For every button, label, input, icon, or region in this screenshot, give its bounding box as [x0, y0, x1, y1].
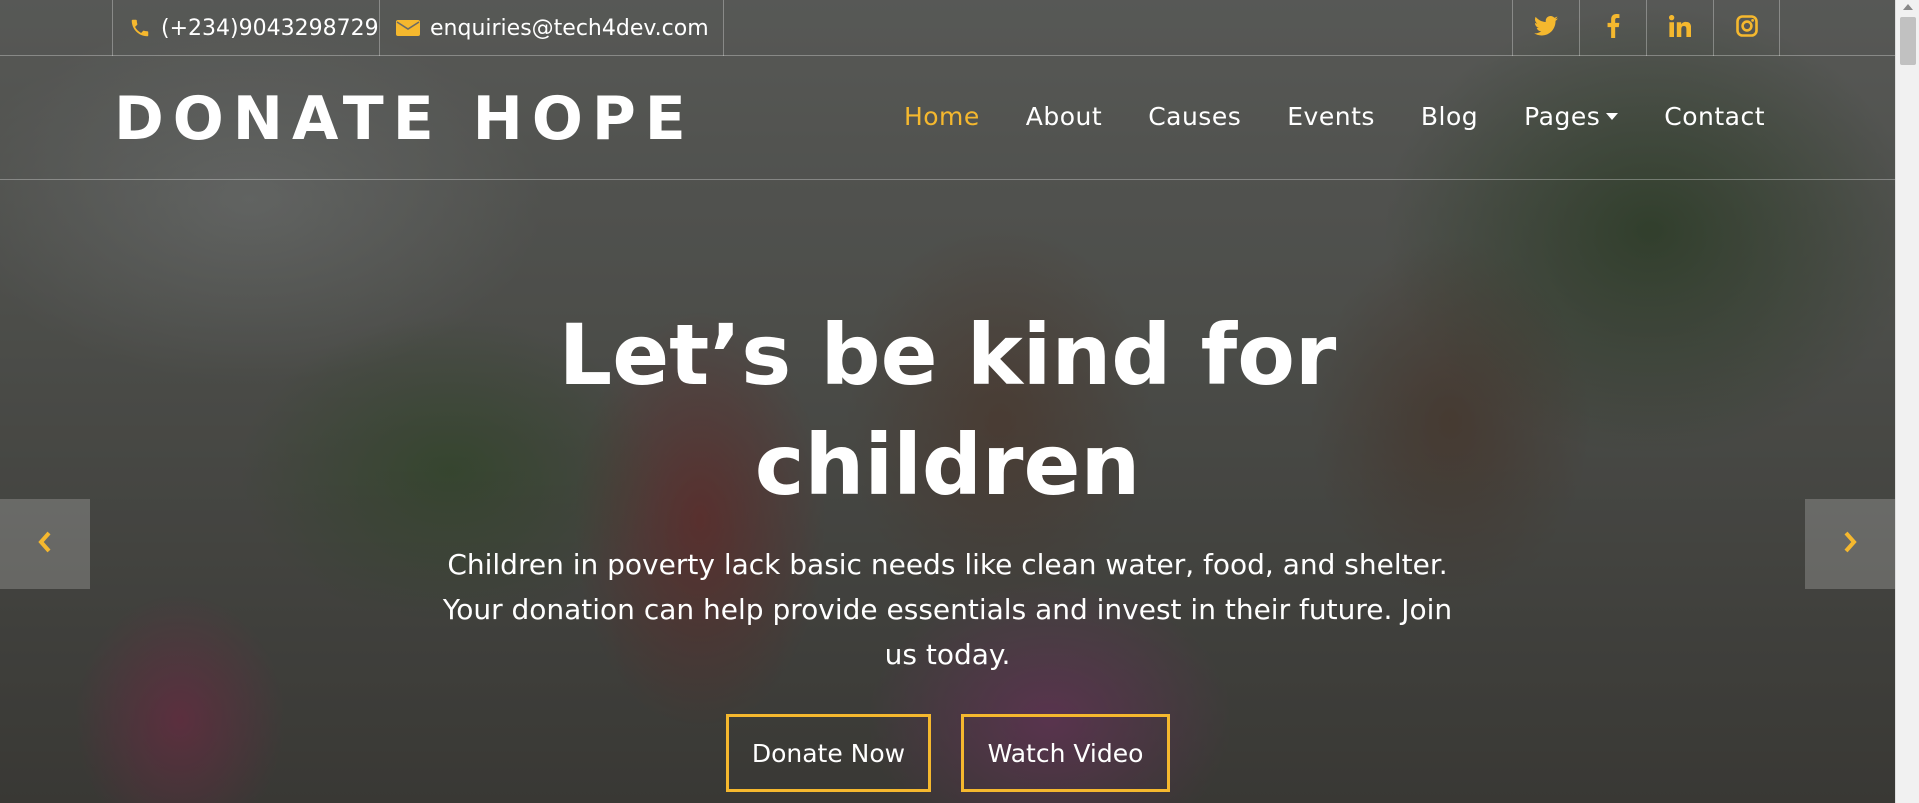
linkedin-icon: [1669, 15, 1692, 41]
nav-item-about[interactable]: About: [1026, 102, 1102, 131]
hero-title: Let’s be kind for children: [0, 300, 1895, 520]
nav-item-pages-label: Pages: [1524, 102, 1601, 131]
envelope-icon: [396, 18, 420, 38]
nav-menu: Home About Causes Events Blog Pages Cont…: [904, 102, 1765, 131]
main-navbar: DONATE HOPE Home About Causes Events Blo…: [0, 56, 1895, 180]
chevron-left-icon: [37, 531, 53, 557]
social-links: [1512, 0, 1780, 56]
chevron-right-icon: [1842, 531, 1858, 557]
hero-title-line1: Let’s be kind for: [558, 306, 1337, 404]
nav-item-events[interactable]: Events: [1287, 102, 1375, 131]
email-address: enquiries@tech4dev.com: [430, 15, 709, 41]
watch-video-button[interactable]: Watch Video: [961, 714, 1170, 792]
instagram-link[interactable]: [1713, 0, 1780, 56]
caret-down-icon: [1606, 113, 1619, 120]
brand-logo[interactable]: DONATE HOPE: [114, 84, 695, 154]
nav-item-blog[interactable]: Blog: [1421, 102, 1478, 131]
nav-item-causes[interactable]: Causes: [1148, 102, 1241, 131]
page-scrollbar[interactable]: [1895, 0, 1919, 803]
donate-now-button[interactable]: Donate Now: [726, 714, 931, 792]
nav-item-home[interactable]: Home: [904, 102, 980, 131]
nav-item-contact[interactable]: Contact: [1664, 102, 1765, 131]
scroll-up-icon[interactable]: [1903, 4, 1913, 10]
facebook-link[interactable]: [1579, 0, 1646, 56]
email-contact[interactable]: enquiries@tech4dev.com: [379, 0, 724, 56]
scrollbar-thumb[interactable]: [1900, 17, 1916, 65]
hero-title-line2: children: [754, 416, 1141, 514]
instagram-icon: [1735, 15, 1758, 41]
top-contact-bar: (+234)9043298729 enquiries@tech4dev.com: [0, 0, 1895, 56]
facebook-icon: [1606, 14, 1620, 42]
hero-description: Children in poverty lack basic needs lik…: [442, 548, 1453, 671]
twitter-link[interactable]: [1512, 0, 1579, 56]
phone-icon: [129, 17, 151, 39]
twitter-icon: [1534, 16, 1558, 40]
phone-contact[interactable]: (+234)9043298729: [112, 0, 379, 56]
linkedin-link[interactable]: [1646, 0, 1713, 56]
nav-item-pages[interactable]: Pages: [1524, 102, 1619, 131]
phone-number: (+234)9043298729: [161, 15, 379, 41]
